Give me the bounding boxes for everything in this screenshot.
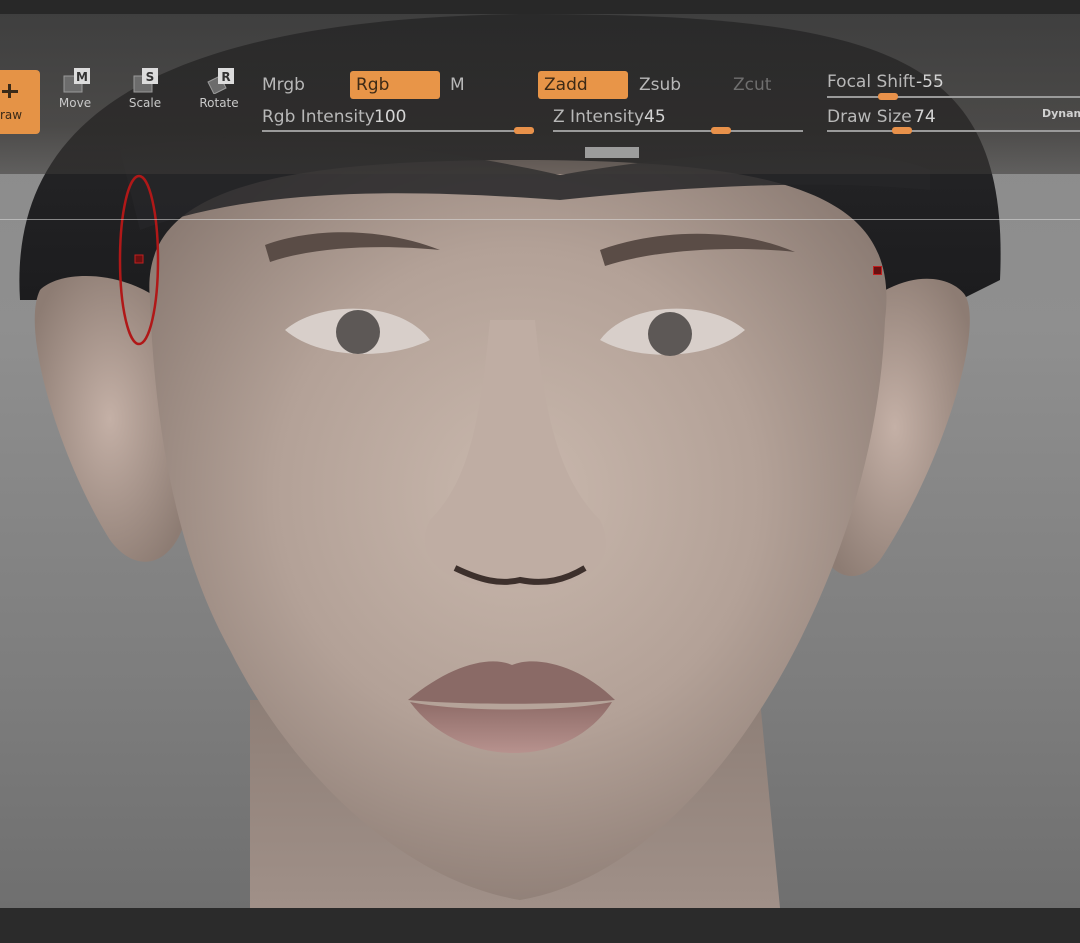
draw-button[interactable]: raw	[0, 70, 40, 134]
scale-button[interactable]: S Scale	[114, 58, 176, 120]
shelf-scroll-grip[interactable]	[585, 147, 639, 158]
move-button[interactable]: M Move	[44, 58, 106, 120]
scale-button-label: Scale	[128, 96, 162, 110]
draw-size-value: 74	[914, 107, 936, 127]
scale-brush-icon: S	[133, 68, 158, 93]
draw-button-label: raw	[0, 108, 23, 122]
rotate-icon-letter: R	[221, 70, 230, 84]
zsub-toggle[interactable]: Zsub	[639, 75, 681, 95]
focal-shift-knob[interactable]	[878, 93, 898, 100]
z-intensity-knob[interactable]	[711, 127, 731, 134]
m-toggle[interactable]: M	[450, 75, 465, 95]
focal-shift-track[interactable]	[827, 96, 1080, 98]
rgb-intensity-label: Rgb Intensity	[262, 107, 375, 127]
zcut-toggle[interactable]: Zcut	[733, 75, 771, 95]
rotate-brush-icon: R	[207, 68, 234, 94]
draw-brush-icon	[2, 84, 18, 98]
z-intensity-track[interactable]	[553, 130, 803, 132]
rotate-button[interactable]: R Rotate	[188, 58, 250, 120]
focal-shift-value: -55	[916, 72, 944, 92]
rgb-intensity-track[interactable]	[262, 130, 534, 132]
rgb-intensity-knob[interactable]	[514, 127, 534, 134]
draw-size-label: Draw Size	[827, 107, 912, 127]
move-brush-icon: M	[63, 68, 90, 93]
z-intensity-label: Z Intensity	[553, 107, 645, 127]
floor-grid-line	[0, 219, 1080, 220]
move-button-label: Move	[58, 96, 92, 110]
zadd-toggle[interactable]: Zadd	[538, 71, 628, 99]
scale-icon-letter: S	[146, 70, 155, 84]
z-intensity-value: 45	[644, 107, 666, 127]
rgb-intensity-value: 100	[374, 107, 407, 127]
window-top-bar	[0, 0, 1080, 14]
rotate-button-label: Rotate	[199, 96, 239, 110]
draw-size-knob[interactable]	[892, 127, 912, 134]
dynamic-toggle[interactable]: Dynam	[1042, 107, 1080, 120]
draw-size-track[interactable]	[827, 130, 1080, 132]
mrgb-toggle[interactable]: Mrgb	[262, 75, 305, 95]
brush-cursor-ring	[118, 174, 160, 346]
move-icon-letter: M	[76, 70, 88, 84]
symmetry-point-marker	[873, 266, 882, 275]
focal-shift-label: Focal Shift	[827, 72, 916, 92]
rgb-toggle[interactable]: Rgb	[350, 71, 440, 99]
window-bottom-bar	[0, 908, 1080, 943]
